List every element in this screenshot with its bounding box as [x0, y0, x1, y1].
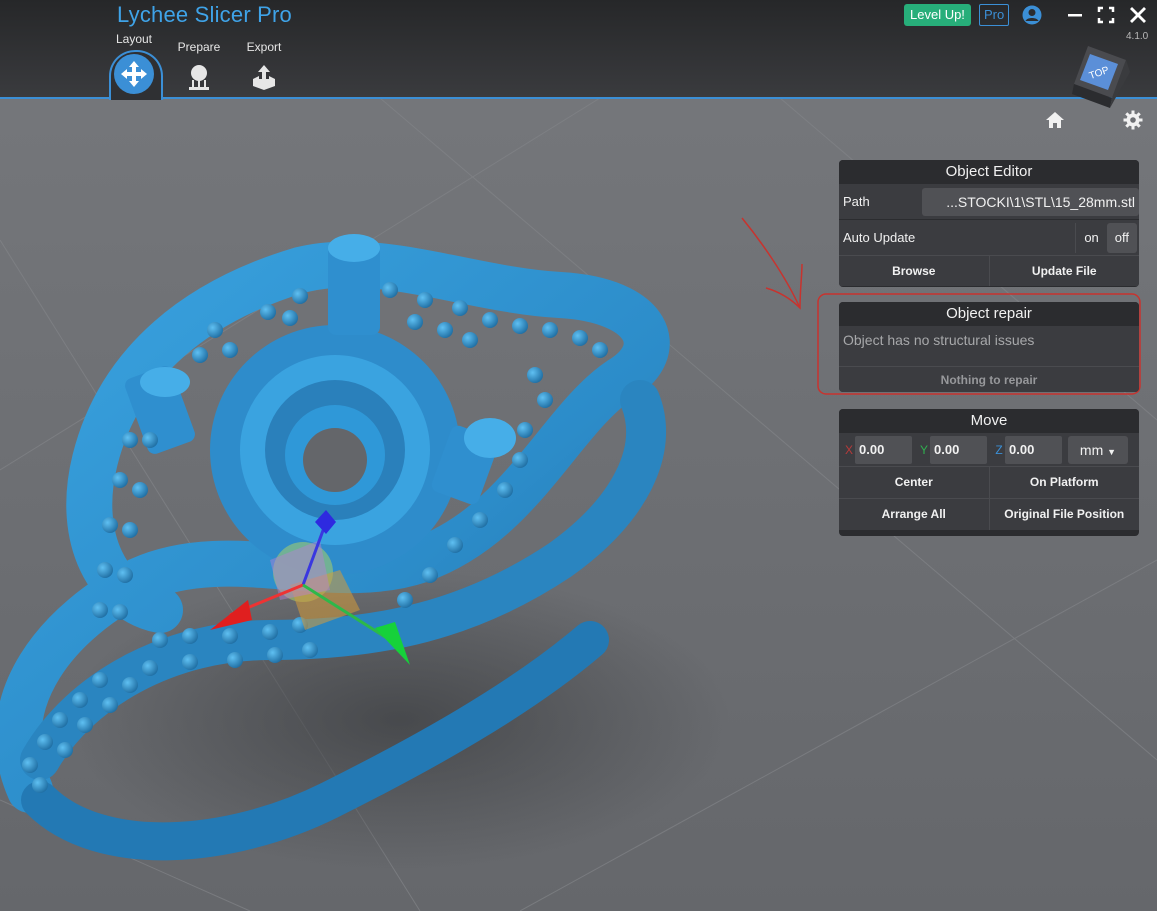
original-file-position-button[interactable]: Original File Position: [988, 499, 1139, 530]
minimize-icon[interactable]: [1065, 5, 1085, 25]
layout-tab-button[interactable]: [114, 54, 154, 94]
tab-export[interactable]: Export: [234, 40, 294, 92]
path-row: Path ...STOCKI\1\STL\15_28mm.stl: [839, 184, 1139, 219]
update-file-button[interactable]: Update File: [988, 256, 1139, 286]
unit-select[interactable]: mm ▼: [1068, 435, 1128, 464]
close-icon[interactable]: [1128, 5, 1148, 25]
version-label: 4.1.0: [1126, 31, 1149, 42]
move-panel: Move X 0.00 Y 0.00 Z 0.00 mm ▼ Center On…: [839, 409, 1139, 536]
account-icon[interactable]: [1022, 5, 1042, 25]
x-position-input[interactable]: 0.00: [855, 435, 912, 464]
tab-prepare[interactable]: Prepare: [169, 40, 229, 92]
arrange-all-button[interactable]: Arrange All: [839, 499, 989, 530]
auto-update-row: Auto Update on off: [839, 219, 1139, 255]
on-platform-button[interactable]: On Platform: [988, 467, 1139, 498]
z-position-input[interactable]: 0.00: [1005, 435, 1062, 464]
path-input[interactable]: ...STOCKI\1\STL\15_28mm.stl: [921, 187, 1139, 216]
browse-button[interactable]: Browse: [839, 256, 989, 286]
object-editor-title: Object Editor: [839, 160, 1139, 184]
pro-badge[interactable]: Pro: [979, 4, 1010, 26]
y-position-input[interactable]: 0.00: [930, 435, 987, 464]
fullscreen-icon[interactable]: [1096, 5, 1116, 25]
tab-layout-label: Layout: [115, 32, 153, 46]
tab-prepare-label: Prepare: [177, 40, 221, 54]
move-arrows-icon: [121, 61, 147, 87]
auto-update-label: Auto Update: [843, 230, 916, 245]
chevron-down-icon: ▼: [1107, 446, 1117, 457]
view-cube[interactable]: TOP: [1058, 42, 1130, 114]
auto-update-off-toggle[interactable]: off: [1106, 222, 1137, 253]
move-inputs-row: X 0.00 Y 0.00 Z 0.00 mm ▼: [839, 433, 1139, 466]
x-axis-label: X: [844, 442, 853, 457]
tab-export-label: Export: [246, 40, 282, 54]
auto-update-on-toggle[interactable]: on: [1075, 222, 1107, 253]
export-tray-icon: [253, 65, 275, 90]
object-editor-panel: Object Editor Path ...STOCKI\1\STL\15_28…: [839, 160, 1139, 287]
move-actions-row-2: Arrange All Original File Position: [839, 498, 1139, 530]
z-axis-label: Z: [995, 442, 1003, 457]
app-title: Lychee Slicer Pro: [117, 2, 292, 27]
top-toolbar: Lychee Slicer Pro Layout Prepare Export: [0, 0, 1157, 100]
move-actions-row-1: Center On Platform: [839, 466, 1139, 498]
object-repair-panel: Object repair Object has no structural i…: [839, 302, 1139, 392]
unit-value: mm: [1079, 441, 1104, 458]
level-up-button[interactable]: Level Up!: [904, 4, 971, 26]
path-label: Path: [843, 194, 870, 209]
y-axis-label: Y: [919, 442, 928, 457]
support-tree-icon: [189, 65, 209, 90]
tab-layout[interactable]: Layout: [104, 32, 164, 48]
gear-icon[interactable]: [1123, 110, 1143, 130]
object-editor-actions: Browse Update File: [839, 255, 1139, 286]
repair-status-message: Object has no structural issues: [839, 326, 1139, 366]
home-icon[interactable]: [1045, 110, 1065, 130]
center-button[interactable]: Center: [839, 467, 989, 498]
nothing-to-repair-button[interactable]: Nothing to repair: [839, 366, 1139, 392]
object-repair-title: Object repair: [839, 302, 1139, 326]
move-title: Move: [839, 409, 1139, 433]
